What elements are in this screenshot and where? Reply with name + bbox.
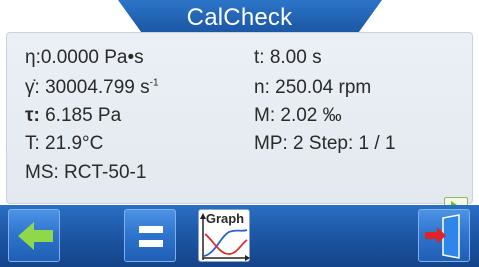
speed-readout: n: 250.04 rpm [254,77,372,98]
exit-door-icon [425,214,460,259]
bottom-toolbar: Graph [0,205,479,267]
graph-button[interactable]: Graph [198,209,250,262]
calcheck-screen: CalCheck η:0.0000 Pa•s γ̇: 30004.799 s-1… [0,0,479,267]
shear-rate-value: 30004.799 s [45,77,150,98]
back-button[interactable] [8,209,60,262]
shear-rate-exponent: -1 [149,77,159,89]
shear-stress-symbol: τ: [25,105,40,126]
shear-stress-value: 6.185 Pa [45,105,122,126]
page-title: CalCheck [186,4,293,31]
profile-readout: MP: 2 Step: 1 / 1 [254,133,396,154]
time-readout: t: 8.00 s [254,47,322,68]
exit-button[interactable] [418,209,470,262]
shear-stress-readout: τ: 6.185 Pa [25,105,121,127]
torque-readout: M: 2.02 ‰ [254,105,342,126]
viscosity-symbol: η: [25,47,41,68]
measurement-panel: η:0.0000 Pa•s γ̇: 30004.799 s-1 τ: 6.185… [6,32,473,221]
shear-rate-readout: γ̇: 30004.799 s-1 [25,77,159,99]
system-readout: MS: RCT-50-1 [25,162,147,183]
menu-button[interactable] [124,209,176,262]
graph-icon [200,213,250,261]
temperature-readout: T: 21.9°C [25,133,104,154]
viscosity-value: 0.0000 Pa•s [40,47,144,68]
shear-rate-symbol: γ̇: [25,77,40,98]
viscosity-readout: η:0.0000 Pa•s [25,47,144,69]
